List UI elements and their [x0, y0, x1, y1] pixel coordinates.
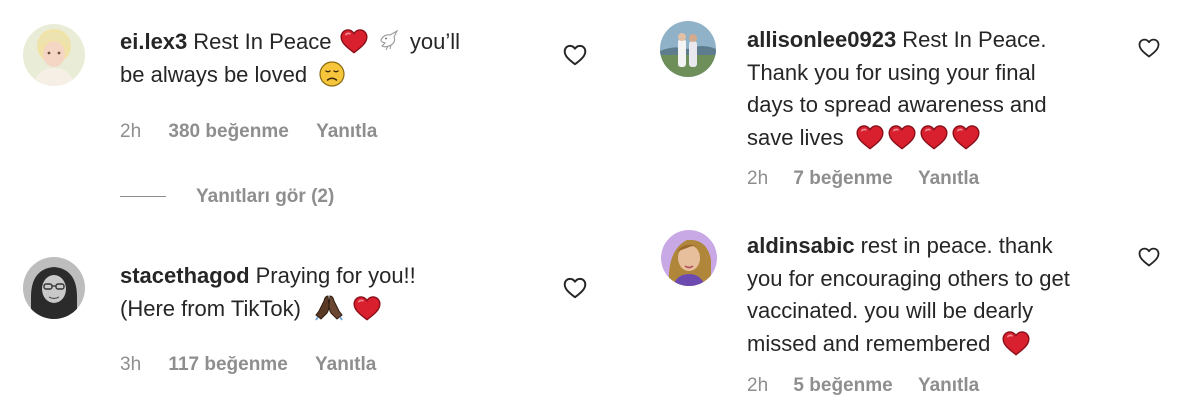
comment-text: aldinsabic rest in peace. thank you for e… — [747, 230, 1177, 360]
folded-hands-emoji — [313, 293, 345, 321]
comment-body: save lives — [747, 124, 844, 150]
comment-line: vaccinated. you will be dearly — [747, 298, 1034, 324]
comment-username[interactable]: ei.lex3 — [120, 29, 187, 54]
avatar[interactable] — [660, 21, 716, 77]
comment-text: allisonlee0923 Rest In Peace. Thank you f… — [747, 24, 1167, 154]
disappointed-face-emoji — [319, 60, 345, 87]
comment-line: aldinsabic rest in peace. thank — [747, 230, 1177, 263]
comment-body: be always be loved — [120, 61, 308, 87]
reply-button[interactable]: Yanıtla — [315, 354, 376, 376]
comment-line: missed and remembered — [747, 328, 1177, 361]
comment-item: aldinsabic rest in peace. thank you for e… — [600, 210, 1200, 406]
comment-username[interactable]: stacethagod — [120, 263, 250, 288]
reply-button[interactable]: Yanıtla — [918, 168, 979, 190]
red-heart-emoji — [888, 124, 916, 150]
comment-text: ei.lex3 Rest In Peace you’ll be always be… — [120, 26, 540, 91]
comment-time[interactable]: 2h — [747, 168, 768, 190]
comment-line: days to spread awareness and — [747, 92, 1047, 118]
comment-body: (Here from TikTok) — [120, 295, 301, 321]
like-heart-icon[interactable] — [562, 42, 588, 68]
red-heart-emoji — [856, 124, 884, 150]
avatar[interactable] — [23, 24, 85, 86]
comment-time[interactable]: 3h — [120, 354, 141, 376]
comment-text: stacethagod Praying for you!! (Here from … — [120, 260, 540, 325]
like-heart-icon[interactable] — [1137, 36, 1161, 60]
comment-body: missed and remembered — [747, 330, 991, 356]
comment-line: be always be loved — [120, 59, 540, 92]
red-heart-emoji — [1002, 330, 1030, 356]
comment-likes-count[interactable]: 380 beğenme — [168, 121, 288, 143]
comment-item: ei.lex3 Rest In Peace you’ll be always be… — [0, 0, 600, 160]
comment-body: you’ll — [409, 29, 460, 54]
comment-item: stacethagod Praying for you!! (Here from … — [0, 240, 600, 400]
comment-body: Rest In Peace — [193, 29, 332, 54]
comments-panel-right: allisonlee0923 Rest In Peace. Thank you f… — [600, 0, 1200, 406]
comment-likes-count[interactable]: 117 beğenme — [168, 354, 287, 376]
like-heart-icon[interactable] — [562, 275, 588, 301]
comment-body: Praying for you!! — [255, 263, 416, 288]
comment-likes-count[interactable]: 5 beğenme — [793, 375, 892, 397]
avatar[interactable] — [23, 257, 85, 319]
divider-line — [120, 196, 166, 198]
comment-meta: 2h 5 beğenme Yanıtla — [747, 375, 979, 397]
like-heart-icon[interactable] — [1137, 245, 1161, 269]
comment-line: save lives — [747, 122, 1167, 155]
view-replies-label: Yanıtları gör (2) — [196, 186, 335, 207]
view-replies-button[interactable]: Yanıtları gör (2) — [120, 186, 334, 208]
avatar[interactable] — [661, 230, 717, 286]
comment-time[interactable]: 2h — [120, 121, 141, 143]
red-heart-emoji — [920, 124, 948, 150]
comment-line: ei.lex3 Rest In Peace you’ll — [120, 26, 540, 59]
red-heart-emoji — [952, 124, 980, 150]
comment-username[interactable]: allisonlee0923 — [747, 27, 896, 52]
comment-item: allisonlee0923 Rest In Peace. Thank you f… — [600, 0, 1200, 210]
comment-meta: 3h 117 beğenme Yanıtla — [120, 354, 376, 376]
comment-line: (Here from TikTok) — [120, 293, 540, 326]
comment-line: you for encouraging others to get — [747, 265, 1070, 291]
comment-line: Thank you for using your final — [747, 59, 1036, 85]
comment-meta: 2h 380 beğenme Yanıtla — [120, 121, 377, 143]
comment-meta: 2h 7 beğenme Yanıtla — [747, 168, 979, 190]
comment-likes-count[interactable]: 7 beğenme — [793, 168, 892, 190]
comment-body: rest in peace. thank — [860, 233, 1053, 258]
dove-emoji — [378, 28, 400, 52]
red-heart-emoji — [340, 28, 368, 54]
comment-time[interactable]: 2h — [747, 375, 768, 397]
reply-button[interactable]: Yanıtla — [918, 375, 979, 397]
comments-panel-left: ei.lex3 Rest In Peace you’ll be always be… — [0, 0, 600, 406]
comment-username[interactable]: aldinsabic — [747, 233, 855, 258]
red-heart-emoji — [353, 295, 381, 321]
reply-button[interactable]: Yanıtla — [316, 121, 377, 143]
comment-body: Rest In Peace. — [902, 27, 1047, 52]
comment-line: stacethagod Praying for you!! — [120, 260, 540, 293]
comment-line: allisonlee0923 Rest In Peace. — [747, 24, 1167, 57]
